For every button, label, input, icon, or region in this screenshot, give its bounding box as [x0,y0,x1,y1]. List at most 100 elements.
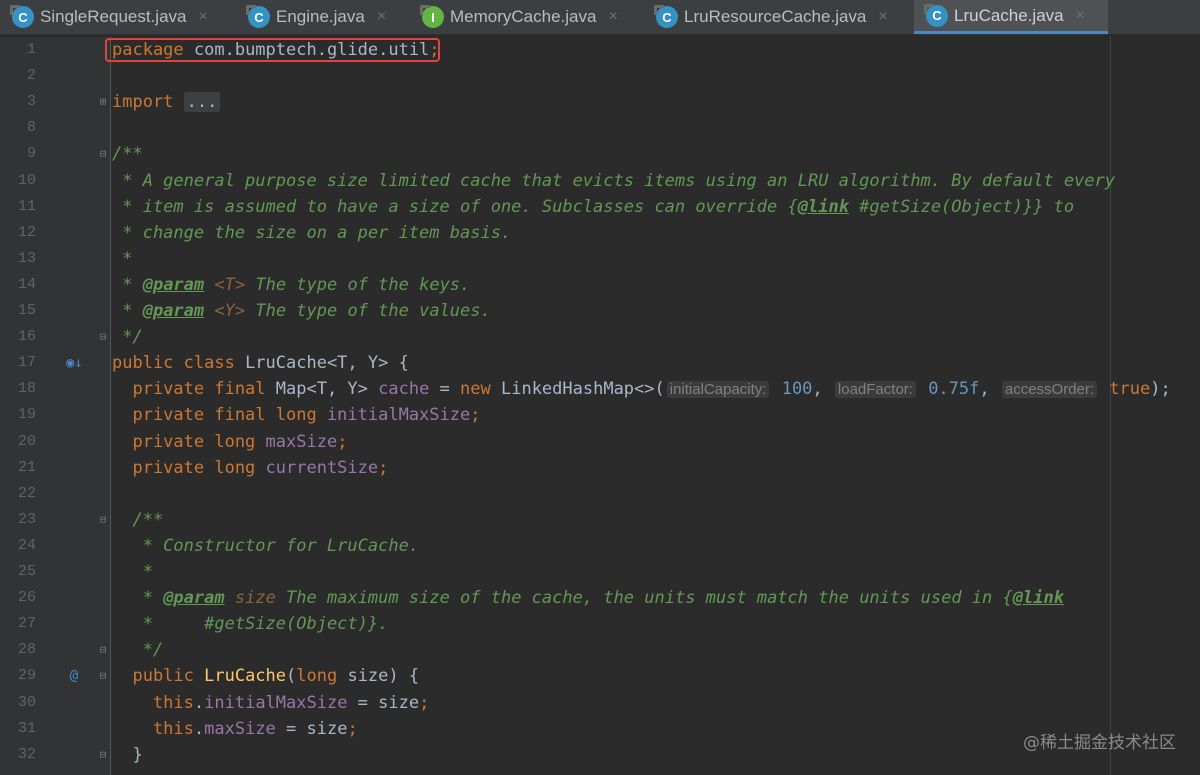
line-number: 14 [17,275,36,293]
tab-lrucache[interactable]: C LruCache.java × [914,0,1108,34]
close-icon[interactable]: × [198,8,207,26]
line-number: 12 [17,223,36,241]
code-token: ; [347,718,358,739]
code-token: * [112,588,164,609]
fold-toggle-icon[interactable]: ⊟ [97,663,109,689]
code-text: private long currentSize; [112,455,388,481]
fold-toggle-icon[interactable]: ⊟ [97,324,109,350]
code-line: 27 * #getSize(Object)}. [0,611,1200,637]
code-line: 24 * Constructor for LruCache. [0,533,1200,559]
code-token: = size [275,718,348,739]
code-token: @param [142,274,205,295]
code-text: } [112,742,142,768]
line-number: 9 [26,145,36,163]
parameter-hint: accessOrder: [1001,381,1098,399]
code-text: private long maxSize; [112,429,347,455]
annotation-icon[interactable]: @ [66,663,82,689]
tab-label: LruResourceCache.java [684,7,867,26]
line-number: 2 [26,67,36,85]
fold-toggle-icon[interactable]: ⊟ [97,637,109,663]
line-number: 17 [17,354,36,372]
tab-memorycache[interactable]: I MemoryCache.java × [410,0,644,34]
code-token: @param [142,301,205,321]
fold-toggle-icon[interactable]: ⊟ [97,742,109,768]
code-token: <Y> [214,301,246,321]
line-number: 11 [17,197,36,215]
line-number: 29 [17,667,36,685]
code-token: * Constructor for LruCache. [112,535,420,556]
code-token: * item is assumed to have a size of one.… [112,196,798,217]
tab-engine[interactable]: C Engine.java × [236,0,410,34]
code-token: */ [112,640,164,661]
code-text: public LruCache(long size) { [112,663,419,689]
code-token: public class [112,353,246,374]
tab-singlerequest[interactable]: C SingleRequest.java × [0,0,236,34]
tab-label: Engine.java [276,7,365,26]
folded-imports[interactable]: ... [183,92,221,113]
code-token: size [234,588,276,609]
code-line: 26 * @param size The maximum size of the… [0,585,1200,611]
code-token: ); [1150,379,1171,400]
code-token: )}} to [1012,196,1075,217]
code-token: public [112,666,205,687]
code-text: * @param <T> The type of the keys. [112,272,470,298]
code-token: initialMaxSize [326,405,471,426]
code-token: * #getSize( [112,614,297,635]
code-token: = [429,379,461,400]
fold-toggle-icon[interactable]: ⊟ [97,507,109,533]
code-line: 11 * item is assumed to have a size of o… [0,194,1200,220]
code-token: maxSize [265,431,338,452]
line-number: 20 [17,432,36,450]
code-line: 10 * A general purpose size limited cach… [0,168,1200,194]
code-token: @param [163,588,225,609]
code-line: 25 * [0,559,1200,585]
parameter-hint: initialCapacity: [666,381,770,399]
close-icon[interactable]: × [377,8,386,26]
implemented-by-icon[interactable]: ◉↓ [66,350,83,376]
code-token: LruCache<T, Y> { [245,353,409,374]
code-token: 100 [771,379,813,400]
code-line: 22 [0,481,1200,507]
code-text: private final long initialMaxSize; [112,402,480,428]
code-token: */ [112,327,143,348]
close-icon[interactable]: × [608,8,617,26]
code-token: new [460,379,501,400]
class-c-icon: C [246,5,270,28]
fold-toggle-icon[interactable]: ⊞ [97,89,109,115]
line-number: 28 [17,641,36,659]
line-number: 26 [17,589,36,607]
code-token: LinkedHashMap<>( [500,379,665,400]
code-text: * item is assumed to have a size of one.… [112,194,1074,220]
fold-toggle-icon[interactable]: ⊟ [97,141,109,167]
code-token: <T> [214,274,246,295]
line-number: 18 [17,380,36,398]
code-token: , [979,379,1000,400]
code-text: */ [112,637,163,663]
editor-tab-bar: C SingleRequest.java × C Engine.java × I Memory… [0,0,1200,35]
watermark: @稀土掘金技术社区 [1023,733,1176,753]
code-token: @link [1012,588,1064,609]
code-token: Object [951,196,1013,217]
code-text: * [112,559,153,585]
code-line: 30 this.initialMaxSize = size; [0,690,1200,716]
class-c-icon: C [654,5,678,28]
tab-label: SingleRequest.java [40,7,187,26]
code-text: * [112,246,132,272]
code-text: /** [112,141,143,167]
code-text: * @param <Y> The type of the values. [112,298,491,324]
code-editor[interactable]: 1 package com.bumptech.glide.util; 2 3 ⊞ impo… [0,37,1200,775]
close-icon[interactable]: × [878,8,887,26]
code-text: * A general purpose size limited cache t… [112,168,1115,194]
code-token: ; [470,405,481,426]
close-icon[interactable]: × [1076,7,1085,25]
line-number: 30 [17,693,36,711]
interface-i-icon: I [420,5,444,28]
code-text: import ... [112,89,221,115]
code-token: 0.75f [917,379,980,400]
tab-lruresourcecache[interactable]: C LruResourceCache.java × [644,0,914,34]
tab-label: MemoryCache.java [450,7,597,26]
line-number: 8 [26,119,36,137]
